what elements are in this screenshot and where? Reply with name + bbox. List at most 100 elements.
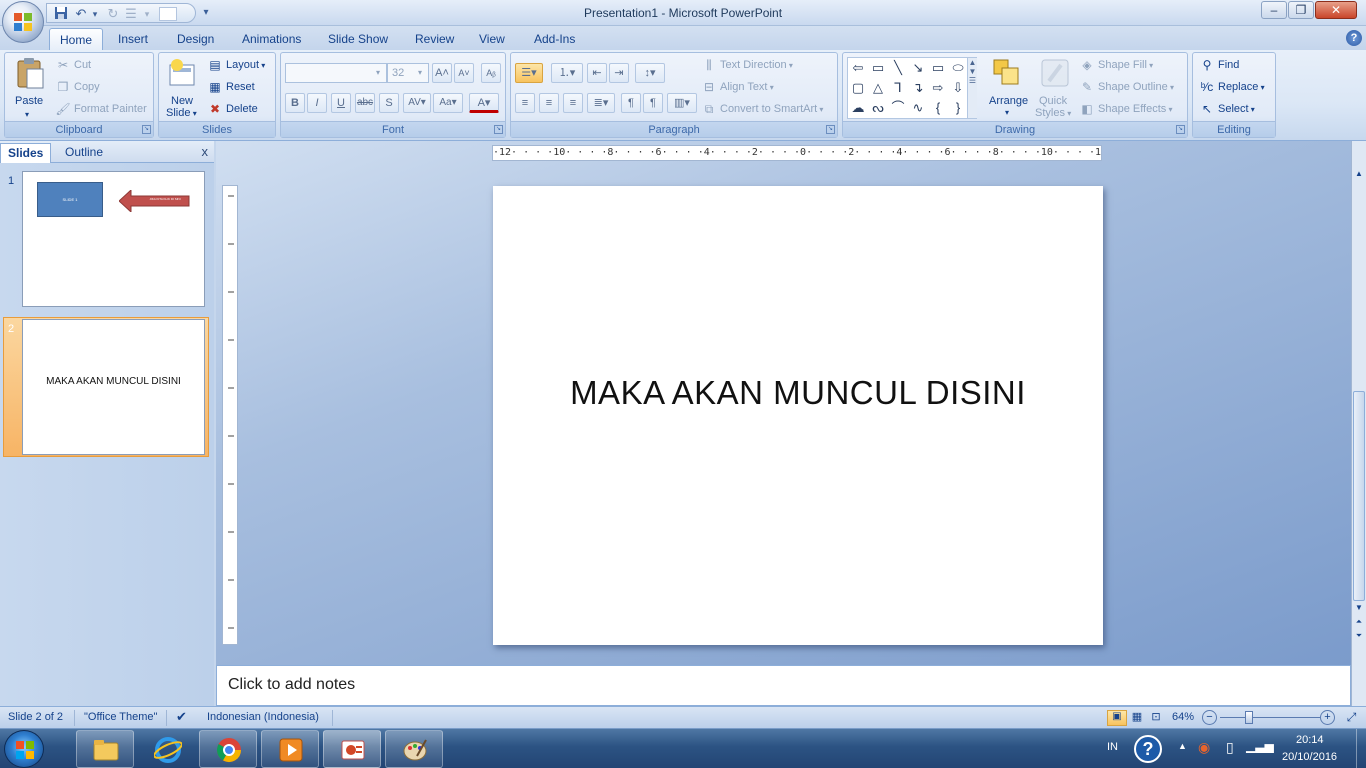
font-name-box[interactable]	[285, 63, 387, 83]
clipboard-dialog-launcher-icon[interactable]: ↘	[142, 125, 151, 134]
change-case-icon[interactable]: Aa▾	[433, 93, 463, 113]
curve-shape-icon[interactable]: ∿	[910, 100, 926, 116]
reset-button[interactable]: ▦ Reset	[207, 79, 254, 95]
tab-home[interactable]: Home	[49, 28, 104, 50]
delete-button[interactable]: ✖ Delete	[207, 101, 258, 117]
italic-icon[interactable]: I	[307, 93, 327, 113]
bullets-icon-ribbon[interactable]: ☰▾	[515, 63, 543, 83]
triangle-shape-icon[interactable]: △	[870, 80, 886, 96]
font-dialog-launcher-icon[interactable]: ↘	[494, 125, 503, 134]
bold-icon[interactable]: B	[285, 93, 305, 113]
elbow-connector-shape-icon[interactable]: ⅂	[890, 80, 906, 96]
panel-close-icon[interactable]: x	[202, 144, 209, 159]
taskbar-media-player[interactable]	[261, 730, 319, 768]
fit-to-window-icon[interactable]: ⤢	[1343, 710, 1360, 726]
scroll-down-icon[interactable]: ▼	[1353, 603, 1365, 615]
next-slide-icon[interactable]: ⏷	[1353, 631, 1365, 643]
grow-font-icon[interactable]: A˄	[432, 63, 452, 83]
decrease-indent-icon[interactable]: ⇤	[587, 63, 607, 83]
arrange-dropdown-icon[interactable]: ▾	[1005, 105, 1009, 121]
font-size-dropdown-icon[interactable]: ▾	[418, 65, 422, 81]
copy-button[interactable]: ❐ Copy	[55, 79, 100, 95]
rectangle-shape-icon[interactable]: ▭	[930, 60, 946, 76]
input-language[interactable]: IN	[1107, 741, 1118, 753]
select-button[interactable]: ↖ Select ▾	[1199, 101, 1255, 118]
horizontal-ruler[interactable]: ·12· · · ·10· · · ·8· · · ·6· · · ·4· · …	[492, 145, 1102, 161]
line-shape-icon[interactable]: ╲	[890, 60, 906, 76]
shape-fill-button[interactable]: ◈ Shape Fill ▾	[1079, 57, 1153, 74]
paste-button[interactable]: Paste	[15, 93, 43, 109]
slideshow-view-icon[interactable]: ⊡	[1147, 710, 1165, 726]
char-spacing-icon[interactable]: AV▾	[403, 93, 431, 113]
quick-styles-icon[interactable]	[1039, 57, 1071, 89]
zoom-in-icon[interactable]: +	[1320, 710, 1335, 725]
restore-button[interactable]: ❐	[1288, 1, 1314, 19]
slide-thumbnail-2[interactable]: MAKA AKAN MUNCUL DISINI	[22, 319, 205, 455]
cut-button[interactable]: ✂ Cut	[55, 57, 91, 73]
spell-check-icon[interactable]: ✔	[176, 709, 187, 725]
close-button[interactable]: ✕	[1315, 1, 1357, 19]
gallery-scroll[interactable]: ▲ ▼ ☰	[967, 58, 977, 118]
left-arrow-shape-icon[interactable]: ⇦	[850, 60, 866, 76]
font-color-icon[interactable]: A▾	[469, 93, 499, 113]
columns-icon[interactable]: ▥▾	[667, 93, 697, 113]
zoom-slider-thumb[interactable]	[1245, 711, 1253, 724]
vertical-scrollbar[interactable]: ▲ ▼ ⏶ ⏷	[1351, 141, 1366, 706]
clock-date[interactable]: 20/10/2016	[1282, 751, 1337, 763]
taskbar-chrome[interactable]	[199, 730, 257, 768]
quick-styles-label-2[interactable]: Styles ▾	[1035, 105, 1071, 122]
font-size-box[interactable]: 32	[387, 63, 429, 83]
tab-outline[interactable]: Outline	[58, 143, 110, 163]
shape-effects-button[interactable]: ◧ Shape Effects ▾	[1079, 101, 1172, 118]
strikethrough-icon[interactable]: abc	[355, 93, 375, 113]
arrange-icon[interactable]	[991, 57, 1023, 89]
text-direction-button[interactable]: ⫼ Text Direction ▾	[701, 57, 793, 74]
notes-pane[interactable]: Click to add notes	[216, 665, 1351, 706]
prev-slide-icon[interactable]: ⏶	[1353, 617, 1365, 629]
show-hidden-icons-icon[interactable]: ▲	[1178, 741, 1187, 751]
paste-icon[interactable]	[15, 57, 47, 89]
tab-add-ins[interactable]: Add-Ins	[524, 28, 585, 50]
ltr-icon[interactable]: ¶	[621, 93, 641, 113]
convert-smartart-button[interactable]: ⧉ Convert to SmartArt ▾	[701, 101, 824, 118]
clear-format-icon[interactable]: Aᵦ	[481, 63, 501, 83]
increase-indent-icon[interactable]: ⇥	[609, 63, 629, 83]
tab-design[interactable]: Design	[167, 28, 224, 50]
tab-review[interactable]: Review	[405, 28, 464, 50]
paragraph-dialog-launcher-icon[interactable]: ↘	[826, 125, 835, 134]
start-button[interactable]	[4, 730, 44, 768]
antivirus-tray-icon[interactable]: ◉	[1198, 739, 1210, 756]
zoom-out-icon[interactable]: −	[1202, 710, 1217, 725]
taskbar-explorer[interactable]	[76, 730, 134, 768]
drawing-dialog-launcher-icon[interactable]: ↘	[1176, 125, 1185, 134]
rtl-icon[interactable]: ¶	[643, 93, 663, 113]
align-right-icon[interactable]: ≡	[563, 93, 583, 113]
oval-shape-icon[interactable]: ⬭	[950, 60, 966, 76]
shadow-icon[interactable]: S	[379, 93, 399, 113]
slide-thumbnail-1[interactable]: SLIDE 1 JIKA KITA KLIK DI SINI	[22, 171, 205, 307]
align-center-icon[interactable]: ≡	[539, 93, 559, 113]
format-painter-button[interactable]: 🖌 Format Painter	[55, 101, 146, 117]
elbow-arrow-shape-icon[interactable]: ↴	[910, 80, 926, 96]
office-button[interactable]	[2, 1, 44, 43]
scroll-up-icon[interactable]: ▲	[1353, 169, 1365, 181]
tab-insert[interactable]: Insert	[108, 28, 158, 50]
align-left-icon[interactable]: ≡	[515, 93, 535, 113]
new-slide-label-2[interactable]: Slide ▾	[166, 105, 197, 122]
freeform-shape-icon[interactable]: ☁	[850, 100, 866, 116]
minimize-button[interactable]: –	[1261, 1, 1287, 19]
right-arrow-shape-icon[interactable]: ⇨	[930, 80, 946, 96]
arrow-line-shape-icon[interactable]: ↘	[910, 60, 926, 76]
line-spacing-icon[interactable]: ↕▾	[635, 63, 665, 83]
taskbar-ie[interactable]	[138, 730, 196, 768]
show-desktop-button[interactable]	[1356, 729, 1366, 768]
arc-shape-icon[interactable]: ⌒	[890, 100, 906, 116]
text-box-shape-icon[interactable]: ▭	[870, 60, 886, 76]
slide-text[interactable]: MAKA AKAN MUNCUL DISINI	[493, 374, 1103, 412]
zoom-slider-track[interactable]	[1220, 717, 1320, 718]
help-tray-icon[interactable]: ?	[1134, 735, 1162, 763]
help-icon[interactable]: ?	[1346, 30, 1362, 46]
taskbar-powerpoint[interactable]	[323, 730, 381, 768]
font-name-dropdown-icon[interactable]: ▾	[376, 65, 380, 81]
shape-outline-button[interactable]: ✎ Shape Outline ▾	[1079, 79, 1174, 96]
